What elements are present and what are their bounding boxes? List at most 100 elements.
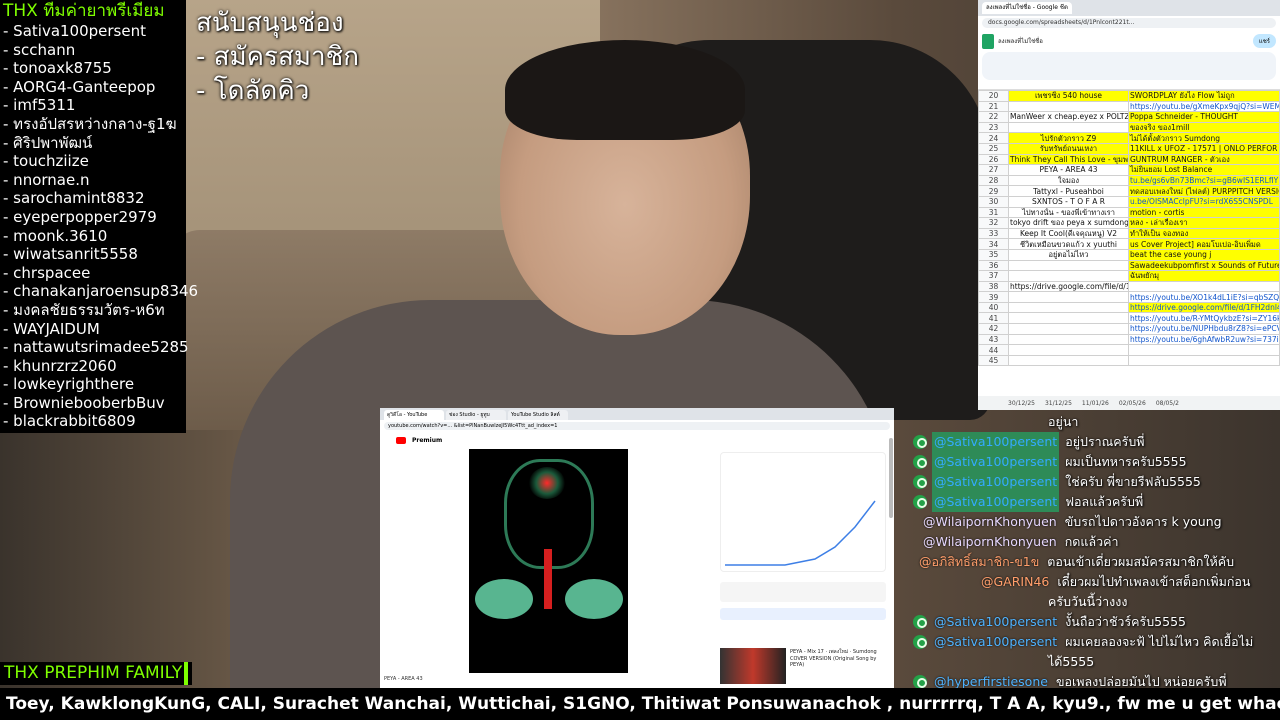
cell-a[interactable] bbox=[1008, 344, 1129, 356]
sheet-row[interactable]: 20 เพชรซิ่ง 540 house SWORDPLAY ยังไง Flow… bbox=[978, 90, 1280, 102]
cell-a[interactable]: ไปรักตัวกราว Z9 bbox=[1008, 132, 1129, 144]
cell-a[interactable]: Think They Call This Love - ขุมพล bbox=[1008, 153, 1129, 166]
yt-scrollbar[interactable] bbox=[889, 438, 893, 518]
cell-a[interactable]: อยู่ตอไม่ไหว bbox=[1008, 248, 1129, 261]
row-number[interactable]: 27 bbox=[978, 164, 1009, 176]
yt-browser-tab[interactable]: ช่อง Studio - ยูทูบ bbox=[446, 410, 506, 420]
cell-a[interactable]: ไปทางนั้น - ของพี่เข้าทางเรา bbox=[1008, 206, 1129, 219]
sheet-row[interactable]: 24 ไปรักตัวกราว Z9 ไม่ได้ตั้งตัวกราว Sumdo… bbox=[978, 132, 1280, 144]
cell-b[interactable] bbox=[1128, 354, 1280, 367]
cell-a[interactable] bbox=[1008, 323, 1129, 335]
row-number[interactable]: 44 bbox=[978, 344, 1009, 356]
sheet-row[interactable]: 33 Keep It Cool(ดีเจคุณหนู) V2 ทำให้เป็น จ… bbox=[978, 227, 1280, 240]
sheet-row[interactable]: 29 Tattyxl - Puseahboi ทดสอบเพลงใหม่ (ไฟลต… bbox=[978, 185, 1280, 197]
sheet-row[interactable]: 40 https://drive.google.com/file/d/1FH2dn… bbox=[978, 301, 1280, 314]
cell-a[interactable]: ชีวิตเหมือนขวดแก้ว x yuuthi bbox=[1008, 238, 1129, 250]
sheet-browser-tab[interactable]: ลงเพลงที่ไม่ใช่ชื่อ - Google ชีต bbox=[982, 2, 1072, 14]
row-number[interactable]: 25 bbox=[978, 142, 1009, 155]
chat-username[interactable]: @Sativa100persent bbox=[932, 632, 1059, 652]
yt-browser-tab[interactable]: YouTube Studio ลิสต์ bbox=[508, 410, 568, 420]
cell-b[interactable]: ทำให้เป็น จองทอง bbox=[1128, 227, 1280, 240]
sheet-row[interactable]: 21 https://youtu.be/gXmeKpx9qjQ?si=WEMrNW… bbox=[978, 100, 1280, 113]
row-number[interactable]: 43 bbox=[978, 333, 1009, 346]
cell-a[interactable]: รับทรัพย์ถนนเหงา bbox=[1008, 142, 1129, 155]
sheet-toolbar[interactable] bbox=[982, 52, 1276, 80]
cell-b[interactable]: https://youtu.be/XO1k4dL1iE?si=qbSZQ7goa… bbox=[1128, 291, 1280, 303]
cell-a[interactable] bbox=[1008, 100, 1129, 113]
row-number[interactable]: 37 bbox=[978, 270, 1009, 282]
cell-b[interactable]: https://drive.google.com/file/d/1FH2dnl4… bbox=[1128, 301, 1280, 314]
cell-a[interactable]: SXNTOS - T O F A R bbox=[1008, 195, 1129, 208]
chat-username[interactable]: @Sativa100persent bbox=[932, 492, 1060, 512]
row-number[interactable]: 26 bbox=[978, 153, 1009, 166]
row-number[interactable]: 23 bbox=[978, 121, 1009, 134]
chat-username[interactable]: @WilaipornKhonyuen bbox=[921, 512, 1059, 532]
cell-b[interactable]: motion - cortis bbox=[1128, 206, 1280, 219]
cell-a[interactable] bbox=[1008, 121, 1129, 134]
cell-a[interactable]: Keep It Cool(ดีเจคุณหนู) V2 bbox=[1008, 227, 1129, 240]
sheet-row[interactable]: 28 ใจมอง tu.be/gs6vBn73Bmc?si=gB6wIS1ERLfI… bbox=[978, 174, 1280, 187]
cell-b[interactable] bbox=[1128, 344, 1280, 356]
row-number[interactable]: 20 bbox=[978, 90, 1009, 102]
row-number[interactable]: 36 bbox=[978, 259, 1009, 272]
sheet-row[interactable]: 38https://drive.google.com/file/d/1MGwwR… bbox=[978, 280, 1280, 293]
row-number[interactable]: 42 bbox=[978, 323, 1009, 335]
cell-b[interactable]: GUNTRUM RANGER - ตัวเอง bbox=[1128, 153, 1280, 166]
cell-b[interactable]: Poppa Schneider - THOUGHT bbox=[1128, 111, 1280, 123]
sheet-row[interactable]: 42 https://youtu.be/NUPHbdu8rZ8?si=ePCVmy… bbox=[978, 323, 1280, 335]
sheet-row[interactable]: 45 bbox=[978, 354, 1280, 367]
row-number[interactable]: 35 bbox=[978, 248, 1009, 261]
row-number[interactable]: 29 bbox=[978, 185, 1009, 197]
cell-b[interactable]: us Cover Project] คอมโบเปอ-อิบเพิ่มด bbox=[1128, 238, 1280, 250]
chat-username[interactable]: @Sativa100persent bbox=[932, 452, 1060, 472]
sheet-row[interactable]: 34 ชีวิตเหมือนขวดแก้ว x yuuthi us Cover Pr… bbox=[978, 238, 1280, 250]
row-number[interactable]: 21 bbox=[978, 100, 1009, 113]
cell-a[interactable] bbox=[1008, 301, 1129, 314]
row-number[interactable]: 24 bbox=[978, 132, 1009, 144]
cell-a[interactable]: https://drive.google.com/file/d/1MGwwRfN… bbox=[1008, 280, 1129, 293]
sheet-tab[interactable]: 08/05/2 bbox=[1156, 400, 1179, 407]
cell-a[interactable] bbox=[1008, 333, 1129, 346]
row-number[interactable]: 33 bbox=[978, 227, 1009, 240]
cell-b[interactable]: https://youtu.be/6ghAfwbR2uw?si=737iWDVX… bbox=[1128, 333, 1280, 346]
chat-username[interactable]: @Sativa100persent bbox=[932, 612, 1059, 632]
cell-a[interactable]: เพชรซิ่ง 540 house bbox=[1008, 90, 1129, 102]
cell-a[interactable] bbox=[1008, 259, 1129, 272]
sheet-row[interactable]: 26 Think They Call This Love - ขุมพล GUNTR… bbox=[978, 153, 1280, 166]
cell-a[interactable]: PEYA - AREA 43 bbox=[1008, 164, 1129, 176]
chat-username[interactable]: @GARIN46 bbox=[979, 572, 1051, 592]
row-number[interactable]: 40 bbox=[978, 301, 1009, 314]
sheet-tab[interactable]: 30/12/25 bbox=[1008, 400, 1035, 407]
cell-b[interactable]: beat the case young j bbox=[1128, 248, 1280, 261]
sheet-row[interactable]: 41 https://youtu.be/R-YMtQykbzE?si=ZY16kD… bbox=[978, 312, 1280, 325]
cell-b[interactable]: ไม่ได้ตั้งตัวกราว Sumdong bbox=[1128, 132, 1280, 144]
row-number[interactable]: 34 bbox=[978, 238, 1009, 250]
cell-b[interactable]: SWORDPLAY ยังไง Flow ไม่ถูก bbox=[1128, 90, 1280, 102]
cell-b[interactable]: https://youtu.be/NUPHbdu8rZ8?si=ePCVmyLs… bbox=[1128, 323, 1280, 335]
cell-b[interactable]: https://youtu.be/R-YMtQykbzE?si=ZY16kD8x… bbox=[1128, 312, 1280, 325]
sheets-logo-icon[interactable] bbox=[982, 33, 994, 49]
sheet-row[interactable]: 23 ของจริง ของ1mill bbox=[978, 121, 1280, 134]
sheet-row[interactable]: 37 ฉันพยักมุ bbox=[978, 270, 1280, 282]
sheet-row[interactable]: 32 tokyo drift ของ peya x sumdong หลง - เล… bbox=[978, 217, 1280, 229]
sheet-row[interactable]: 36 Sawadeekubpomfirst x Sounds of Future bbox=[978, 259, 1280, 272]
cell-b[interactable]: 11KILL x UFOZ - 17571 | ONLO PERFOR bbox=[1128, 142, 1280, 155]
cell-a[interactable] bbox=[1008, 354, 1129, 367]
row-number[interactable]: 45 bbox=[978, 354, 1009, 367]
formula-bar[interactable] bbox=[978, 80, 1280, 90]
sheet-row[interactable]: 31 ไปทางนั้น - ของพี่เข้าทางเรา motion - c… bbox=[978, 206, 1280, 219]
sheet-doc-title[interactable]: ลงเพลงที่ไม่ใช่ชื่อ bbox=[998, 36, 1043, 46]
sheet-url-field[interactable]: docs.google.com/spreadsheets/d/1Pnlcont2… bbox=[982, 18, 1276, 28]
cell-a[interactable] bbox=[1008, 291, 1129, 303]
yt-url-field[interactable]: youtube.com/watch?v=... &list=PlNanBuwlz… bbox=[384, 422, 890, 430]
sheet-row[interactable]: 43 https://youtu.be/6ghAfwbR2uw?si=737iWD… bbox=[978, 333, 1280, 346]
sheet-row[interactable]: 30 SXNTOS - T O F A Ru.be/OISMACclpFU?si=… bbox=[978, 195, 1280, 208]
sheet-row[interactable]: 44 bbox=[978, 344, 1280, 356]
row-number[interactable]: 28 bbox=[978, 174, 1009, 187]
sheet-tab[interactable]: 02/05/26 bbox=[1119, 400, 1146, 407]
cell-b[interactable]: ฉันพยักมุ bbox=[1128, 270, 1280, 282]
cell-b[interactable] bbox=[1128, 280, 1280, 293]
share-button[interactable]: แชร์ bbox=[1252, 34, 1276, 48]
cell-b[interactable]: ทดสอบเพลงใหม่ (ไฟลต์) PURPPITCH VERSION bbox=[1128, 185, 1280, 197]
cell-a[interactable] bbox=[1008, 312, 1129, 325]
